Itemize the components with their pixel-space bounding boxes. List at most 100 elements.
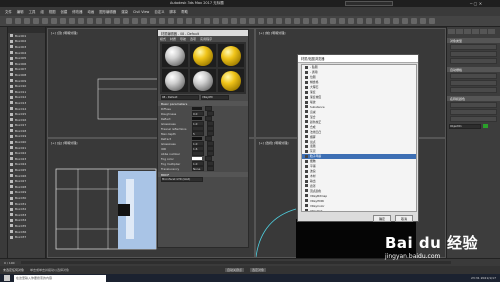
visibility-icon[interactable] [10, 79, 13, 83]
menu-item[interactable]: 创建 [61, 9, 68, 14]
visibility-icon[interactable] [10, 157, 13, 161]
menu-item[interactable]: 编辑 [17, 9, 24, 14]
command-option-button[interactable] [450, 51, 497, 57]
param-value[interactable] [192, 151, 204, 156]
toolbar-button[interactable] [293, 18, 300, 24]
visibility-icon[interactable] [10, 45, 13, 49]
toolbar-button[interactable] [329, 18, 336, 24]
command-tab[interactable] [488, 28, 495, 34]
visibility-icon[interactable] [10, 101, 13, 105]
toolbar-button[interactable] [365, 18, 372, 24]
toolbar-button[interactable] [149, 18, 156, 24]
visibility-icon[interactable] [10, 162, 13, 166]
material-slot[interactable] [162, 69, 188, 92]
toolbar-button[interactable] [419, 18, 426, 24]
toolbar-button[interactable] [77, 18, 84, 24]
autokey-button[interactable]: 自动关键点 [225, 268, 245, 272]
toolbar-button[interactable] [23, 18, 30, 24]
menu-item[interactable]: 文件 [5, 9, 12, 14]
object-name-field[interactable]: Object01 [449, 123, 481, 129]
visibility-icon[interactable] [10, 51, 13, 55]
command-rollout[interactable]: 名称和颜色 [447, 96, 500, 101]
menu-item[interactable]: 组 [40, 9, 43, 14]
toolbar-button[interactable] [248, 18, 255, 24]
selected-dropdown[interactable]: 选定对象 [250, 268, 267, 272]
viewport-label[interactable]: [+] [前] [明暗处理] [259, 31, 285, 35]
map-button[interactable] [207, 166, 214, 171]
command-tab[interactable] [472, 28, 479, 34]
toolbar-button[interactable] [383, 18, 390, 24]
menu-item[interactable]: 动画 [87, 9, 94, 14]
toolbar-button[interactable] [131, 18, 138, 24]
command-tab[interactable] [480, 28, 487, 34]
toolbar-button[interactable] [356, 18, 363, 24]
material-type-button[interactable]: VRayMtl [201, 95, 229, 100]
toolbar-button[interactable] [5, 18, 12, 24]
command-option-button[interactable] [450, 87, 497, 93]
visibility-icon[interactable] [10, 84, 13, 88]
visibility-icon[interactable] [10, 202, 13, 206]
toolbar-button[interactable] [410, 18, 417, 24]
toolbar-button[interactable] [374, 18, 381, 24]
menu-item[interactable]: 渲染 [121, 9, 128, 14]
visibility-icon[interactable] [10, 207, 13, 211]
visibility-icon[interactable] [10, 151, 13, 155]
taskbar-search[interactable]: 在这里输入你要搜索的内容 [14, 274, 106, 282]
map-list-item[interactable]: VRayDirt [302, 208, 416, 211]
material-slot[interactable] [190, 69, 216, 92]
visibility-icon[interactable] [10, 123, 13, 127]
cancel-button[interactable]: 取消 [395, 215, 413, 222]
search-field[interactable] [345, 1, 393, 6]
toolbar-button[interactable] [401, 18, 408, 24]
toolbar-button[interactable] [284, 18, 291, 24]
toolbar-button[interactable] [221, 18, 228, 24]
material-slot[interactable] [218, 69, 244, 92]
visibility-icon[interactable] [10, 196, 13, 200]
brdf-type-select[interactable]: Microfacet GTR (GGX) [161, 177, 203, 182]
toolbar-button[interactable] [14, 18, 21, 24]
visibility-icon[interactable] [10, 67, 13, 71]
toolbar-button[interactable] [140, 18, 147, 24]
menu-item[interactable]: 帮助 [181, 9, 188, 14]
command-option-button[interactable] [450, 109, 497, 115]
material-menu-item[interactable]: 材质 [170, 37, 176, 41]
visibility-icon[interactable] [10, 168, 13, 172]
visibility-icon[interactable] [10, 140, 13, 144]
material-slot[interactable] [162, 44, 188, 67]
toolbar-button[interactable] [59, 18, 66, 24]
command-option-button[interactable] [450, 80, 497, 86]
material-slot[interactable] [190, 44, 216, 67]
object-color-swatch[interactable] [483, 124, 488, 128]
toolbar-button[interactable] [275, 18, 282, 24]
visibility-icon[interactable] [10, 185, 13, 189]
scene-object-row[interactable]: Box037 [8, 234, 45, 240]
param-value[interactable]: 0.0 [192, 111, 204, 116]
param-value[interactable]: None [192, 166, 204, 171]
command-rollout[interactable]: 自动栅格 [447, 67, 500, 72]
visibility-icon[interactable] [10, 56, 13, 60]
color-swatch[interactable] [192, 107, 202, 110]
command-tab[interactable] [464, 28, 471, 34]
visibility-icon[interactable] [10, 118, 13, 122]
visibility-icon[interactable] [10, 90, 13, 94]
toolbar-button[interactable] [320, 18, 327, 24]
toolbar-button[interactable] [176, 18, 183, 24]
menu-item[interactable]: 自定义 [154, 9, 164, 14]
visibility-icon[interactable] [10, 179, 13, 183]
menu-item[interactable]: 工具 [29, 9, 36, 14]
visibility-icon[interactable] [10, 39, 13, 43]
windows-start-icon[interactable] [4, 275, 10, 281]
menu-item[interactable]: 脚本 [169, 9, 176, 14]
toolbar-button[interactable] [428, 18, 435, 24]
visibility-icon[interactable] [10, 146, 13, 150]
visibility-icon[interactable] [10, 134, 13, 138]
toolbar-button[interactable] [239, 18, 246, 24]
visibility-icon[interactable] [10, 174, 13, 178]
visibility-icon[interactable] [10, 190, 13, 194]
material-menu-item[interactable]: 实用程序 [200, 37, 212, 41]
toolbar-button[interactable] [122, 18, 129, 24]
toolbar-button[interactable] [266, 18, 273, 24]
menu-item[interactable]: Civil View [133, 10, 149, 14]
viewport-label[interactable]: [+] [顶] [明暗处理] [51, 31, 77, 35]
color-swatch[interactable] [192, 137, 202, 140]
